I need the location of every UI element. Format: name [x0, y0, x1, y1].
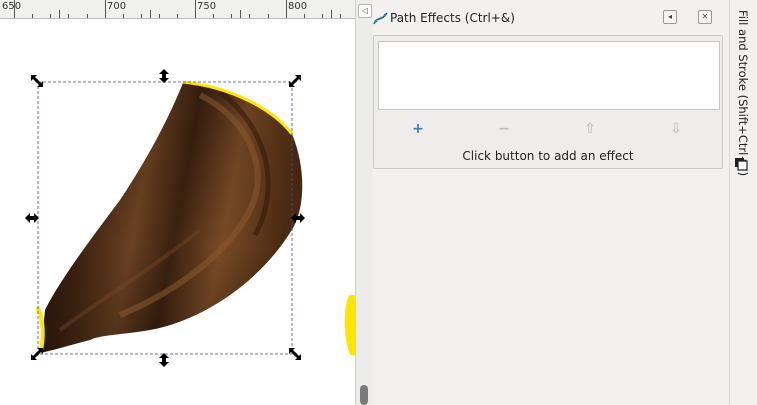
scroll-lock-icon[interactable]: ◁ — [358, 4, 372, 18]
effect-frame: + − ⇧ ⇩ Click button to add an effect — [373, 35, 723, 169]
ruler-tick — [268, 14, 269, 18]
ruler-tick — [87, 14, 88, 18]
panel-header: Path Effects (Ctrl+&) ◂ ✕ — [373, 0, 729, 34]
ruler-label: 800 — [288, 1, 308, 12]
ruler-tick — [123, 14, 124, 18]
move-down-button[interactable]: ⇩ — [667, 121, 685, 137]
ruler-tick — [240, 10, 241, 18]
horizontal-ruler[interactable]: 650 700 750 800 — [0, 0, 355, 19]
hint-text: Click button to add an effect — [462, 149, 634, 163]
move-up-button[interactable]: ⇧ — [581, 121, 599, 137]
ruler-tick — [331, 10, 332, 18]
fill-stroke-dock-tab[interactable]: Fill and Stroke (Shift+Ctrl+F) — [729, 0, 757, 405]
remove-effect-button[interactable]: − — [495, 121, 513, 137]
ruler-tick — [68, 14, 69, 18]
path-effects-icon — [373, 12, 388, 25]
ruler-tick — [32, 14, 33, 18]
ruler-tick — [340, 14, 341, 18]
fill-stroke-tab-label[interactable]: Fill and Stroke (Shift+Ctrl+F) — [736, 10, 750, 176]
vertical-scrollbar[interactable]: ◁ — [355, 0, 374, 405]
ruler-tick — [105, 0, 106, 18]
offcanvas-yellow-shape[interactable] — [344, 295, 355, 355]
ruler-tick — [159, 14, 160, 18]
path-effects-panel: Path Effects (Ctrl+&) ◂ ✕ + − ⇧ ⇩ Click … — [373, 0, 729, 405]
handle-middle-left — [25, 213, 39, 223]
ruler-label: 700 — [107, 1, 127, 12]
ruler-label: 750 — [197, 1, 217, 12]
leaf-shape[interactable] — [40, 83, 303, 353]
fill-stroke-icon — [735, 158, 748, 171]
ruler-tick — [14, 0, 15, 18]
ruler-label: 650 — [2, 1, 22, 12]
handle-bottom-middle — [159, 353, 169, 367]
ruler-tick — [249, 14, 250, 18]
handle-top-right — [289, 75, 301, 87]
ruler-tick — [231, 14, 232, 18]
ruler-tick — [141, 14, 142, 18]
close-panel-icon[interactable]: ✕ — [698, 10, 712, 24]
ruler-tick — [59, 10, 60, 18]
scrollbar-thumb[interactable] — [360, 385, 368, 405]
add-effect-button[interactable]: + — [409, 121, 427, 137]
ruler-tick — [322, 14, 323, 18]
ruler-tick — [213, 14, 214, 18]
canvas-area[interactable]: 650 700 750 800 — [0, 0, 355, 405]
handle-top-middle — [159, 69, 169, 83]
ruler-tick — [150, 10, 151, 18]
ruler-tick — [304, 14, 305, 18]
ruler-tick — [50, 14, 51, 18]
drawing-canvas[interactable] — [0, 19, 355, 405]
ruler-tick — [195, 0, 196, 18]
ruler-tick — [286, 0, 287, 18]
iconify-panel-icon[interactable]: ◂ — [663, 10, 677, 24]
ruler-tick — [177, 14, 178, 18]
handle-top-left — [31, 75, 43, 87]
panel-title: Path Effects (Ctrl+&) — [390, 11, 515, 25]
effect-list[interactable] — [378, 41, 720, 110]
